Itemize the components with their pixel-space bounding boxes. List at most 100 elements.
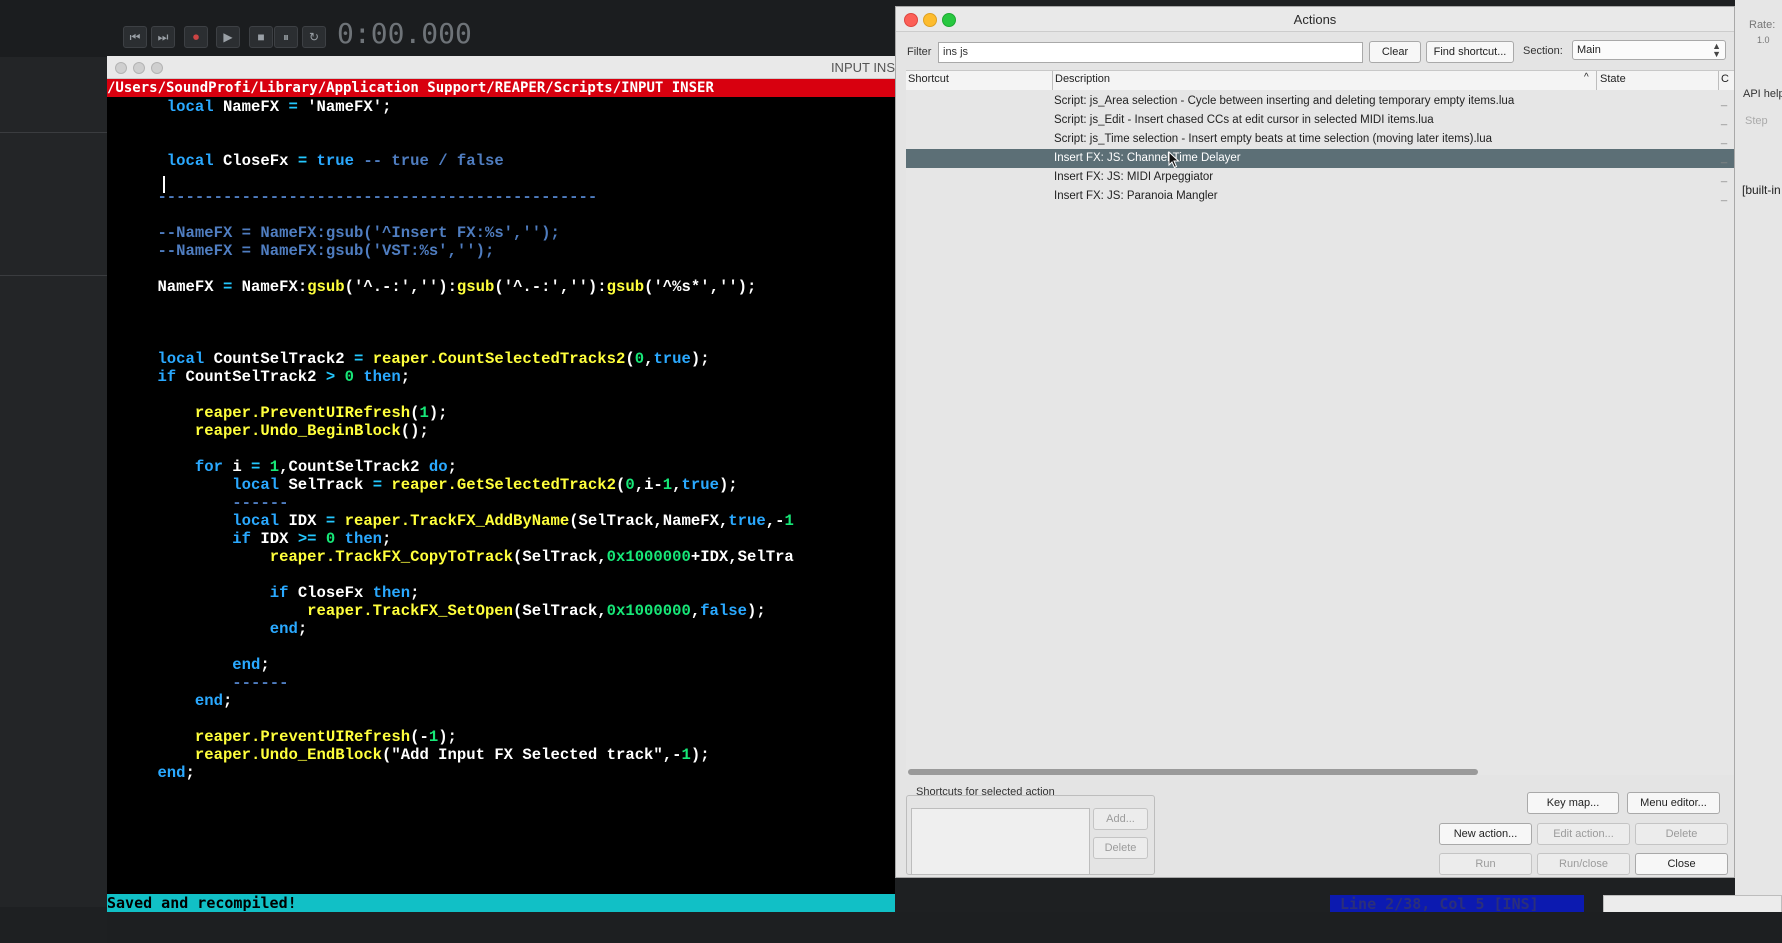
code-line[interactable]: local NameFX = 'NameFX'; xyxy=(120,98,392,116)
column-state[interactable]: State xyxy=(1600,73,1626,85)
code-line[interactable]: end; xyxy=(120,620,307,638)
run-close-button[interactable]: Run/close xyxy=(1537,853,1630,875)
code-line[interactable]: reaper.Undo_BeginBlock(); xyxy=(120,422,429,440)
column-extra[interactable]: C xyxy=(1721,73,1729,85)
code-line[interactable]: reaper.PreventUIRefresh(1); xyxy=(120,404,448,422)
code-line[interactable]: --NameFX = NameFX:gsub('VST:%s',''); xyxy=(120,242,494,260)
code-token: end xyxy=(194,692,223,710)
clear-button[interactable]: Clear xyxy=(1369,41,1421,63)
code-line[interactable]: if CloseFx then; xyxy=(120,584,420,602)
code-line[interactable]: NameFX = NameFX:gsub('^.-:',''):gsub('^.… xyxy=(120,278,756,296)
shortcuts-list[interactable] xyxy=(911,808,1090,875)
key-map-button[interactable]: Key map... xyxy=(1527,792,1619,814)
new-action-button[interactable]: New action... xyxy=(1439,823,1532,845)
code-token: reaper.PreventUIRefresh xyxy=(194,728,411,746)
code-token: > xyxy=(325,368,345,386)
zoom-window-icon[interactable] xyxy=(151,62,163,74)
code-line[interactable]: local CountSelTrack2 = reaper.CountSelec… xyxy=(120,350,709,368)
code-line[interactable]: reaper.TrackFX_SetOpen(SelTrack,0x100000… xyxy=(120,602,766,620)
code-line[interactable]: local SelTrack = reaper.GetSelectedTrack… xyxy=(120,476,738,494)
action-row[interactable]: Insert FX: JS: MIDI Arpeggiator _ xyxy=(906,168,1734,187)
code-line[interactable]: reaper.Undo_EndBlock("Add Input FX Selec… xyxy=(120,746,710,764)
delete-shortcut-button[interactable]: Delete xyxy=(1093,837,1148,859)
column-shortcut[interactable]: Shortcut xyxy=(908,73,949,85)
code-token: CountSelTrack2 xyxy=(213,350,354,368)
action-row[interactable]: Insert FX: JS: Channel Time Delayer _ xyxy=(906,149,1734,168)
code-area[interactable]: local NameFX = 'NameFX'; local CloseFx =… xyxy=(107,98,895,936)
go-to-start-button[interactable]: ⏮ xyxy=(123,26,147,48)
menu-editor-button[interactable]: Menu editor... xyxy=(1627,792,1720,814)
actions-titlebar[interactable]: Actions xyxy=(896,7,1734,32)
code-token: ,- xyxy=(765,512,785,530)
code-line[interactable]: for i = 1,CountSelTrack2 do; xyxy=(120,458,457,476)
horizontal-scrollbar[interactable] xyxy=(908,769,1478,775)
action-row[interactable]: Script: js_Area selection - Cycle betwee… xyxy=(906,92,1734,111)
close-button[interactable]: Close xyxy=(1635,853,1728,875)
code-line[interactable]: end; xyxy=(120,764,194,782)
editor-file-path: /Users/SoundProfi/Library/Application Su… xyxy=(107,79,895,97)
code-token: 1 xyxy=(662,476,673,494)
code-token: = xyxy=(288,98,308,116)
close-window-icon[interactable] xyxy=(115,62,127,74)
column-description[interactable]: Description xyxy=(1055,73,1110,85)
minimize-window-icon[interactable] xyxy=(133,62,145,74)
code-token: 1 xyxy=(784,512,794,530)
editor-titlebar[interactable]: INPUT INS xyxy=(107,56,895,79)
code-line[interactable]: --NameFX = NameFX:gsub('^Insert FX:%s','… xyxy=(120,224,559,242)
code-token: ); xyxy=(438,728,457,746)
edit-action-button[interactable]: Edit action... xyxy=(1537,823,1630,845)
pause-button[interactable]: ⏸ xyxy=(274,26,298,48)
actions-list[interactable]: Script: js_Area selection - Cycle betwee… xyxy=(906,90,1734,775)
find-shortcut-button[interactable]: Find shortcut... xyxy=(1426,41,1514,63)
code-token: ('^.-:','') xyxy=(344,278,448,296)
column-separator[interactable] xyxy=(1596,71,1597,90)
code-line[interactable]: reaper.PreventUIRefresh(-1); xyxy=(120,728,457,746)
api-help-button[interactable]: API help xyxy=(1743,88,1782,100)
code-token: ); xyxy=(690,746,710,764)
code-token: ----------------------------------------… xyxy=(157,188,598,206)
code-token: --NameFX = NameFX:gsub('VST:%s',''); xyxy=(157,242,495,260)
filter-input[interactable]: ins js xyxy=(938,42,1363,63)
add-shortcut-button[interactable]: Add... xyxy=(1093,808,1148,830)
code-line[interactable]: ------ xyxy=(120,494,288,512)
delete-action-button[interactable]: Delete xyxy=(1635,823,1728,845)
step-button[interactable]: Step xyxy=(1745,115,1768,127)
stop-icon: ■ xyxy=(257,30,265,44)
record-button[interactable]: ⏺ xyxy=(184,26,208,48)
code-line[interactable]: reaper.TrackFX_CopyToTrack(SelTrack,0x10… xyxy=(120,548,794,566)
repeat-button[interactable]: ↻ xyxy=(302,26,326,48)
code-token: ); xyxy=(718,476,738,494)
code-token: , xyxy=(690,602,701,620)
code-token: (SelTrack, xyxy=(513,548,607,566)
play-button[interactable]: ▶ xyxy=(216,26,240,48)
code-token: IDX xyxy=(260,530,298,548)
bottom-input[interactable] xyxy=(1603,895,1782,913)
stop-button[interactable]: ■ xyxy=(249,26,273,48)
code-line[interactable]: ----------------------------------------… xyxy=(120,188,597,206)
code-line[interactable]: end; xyxy=(120,692,232,710)
section-select[interactable]: Main ▲ ▼ xyxy=(1572,40,1726,60)
code-line[interactable]: if CountSelTrack2 > 0 then; xyxy=(120,368,410,386)
code-line[interactable]: local IDX = reaper.TrackFX_AddByName(Sel… xyxy=(120,512,794,530)
column-separator[interactable] xyxy=(1718,71,1719,90)
code-line[interactable]: if IDX >= 0 then; xyxy=(120,530,391,548)
code-line[interactable]: local CloseFx = true -- true / false xyxy=(120,152,504,170)
action-row[interactable]: Script: js_Edit - Insert chased CCs at e… xyxy=(906,111,1734,130)
row-edge-icon: _ xyxy=(1721,95,1728,107)
code-token: ; xyxy=(260,656,270,674)
code-line[interactable]: ------ xyxy=(120,674,288,692)
run-button[interactable]: Run xyxy=(1439,853,1532,875)
code-line[interactable]: end; xyxy=(120,656,270,674)
action-row[interactable]: Insert FX: JS: Paranoia Mangler _ xyxy=(906,187,1734,206)
column-separator[interactable] xyxy=(1052,71,1053,90)
action-row[interactable]: Script: js_Time selection - Insert empty… xyxy=(906,130,1734,149)
action-description: Script: js_Time selection - Insert empty… xyxy=(1054,133,1493,145)
go-to-end-button[interactable]: ⏭ xyxy=(151,26,175,48)
